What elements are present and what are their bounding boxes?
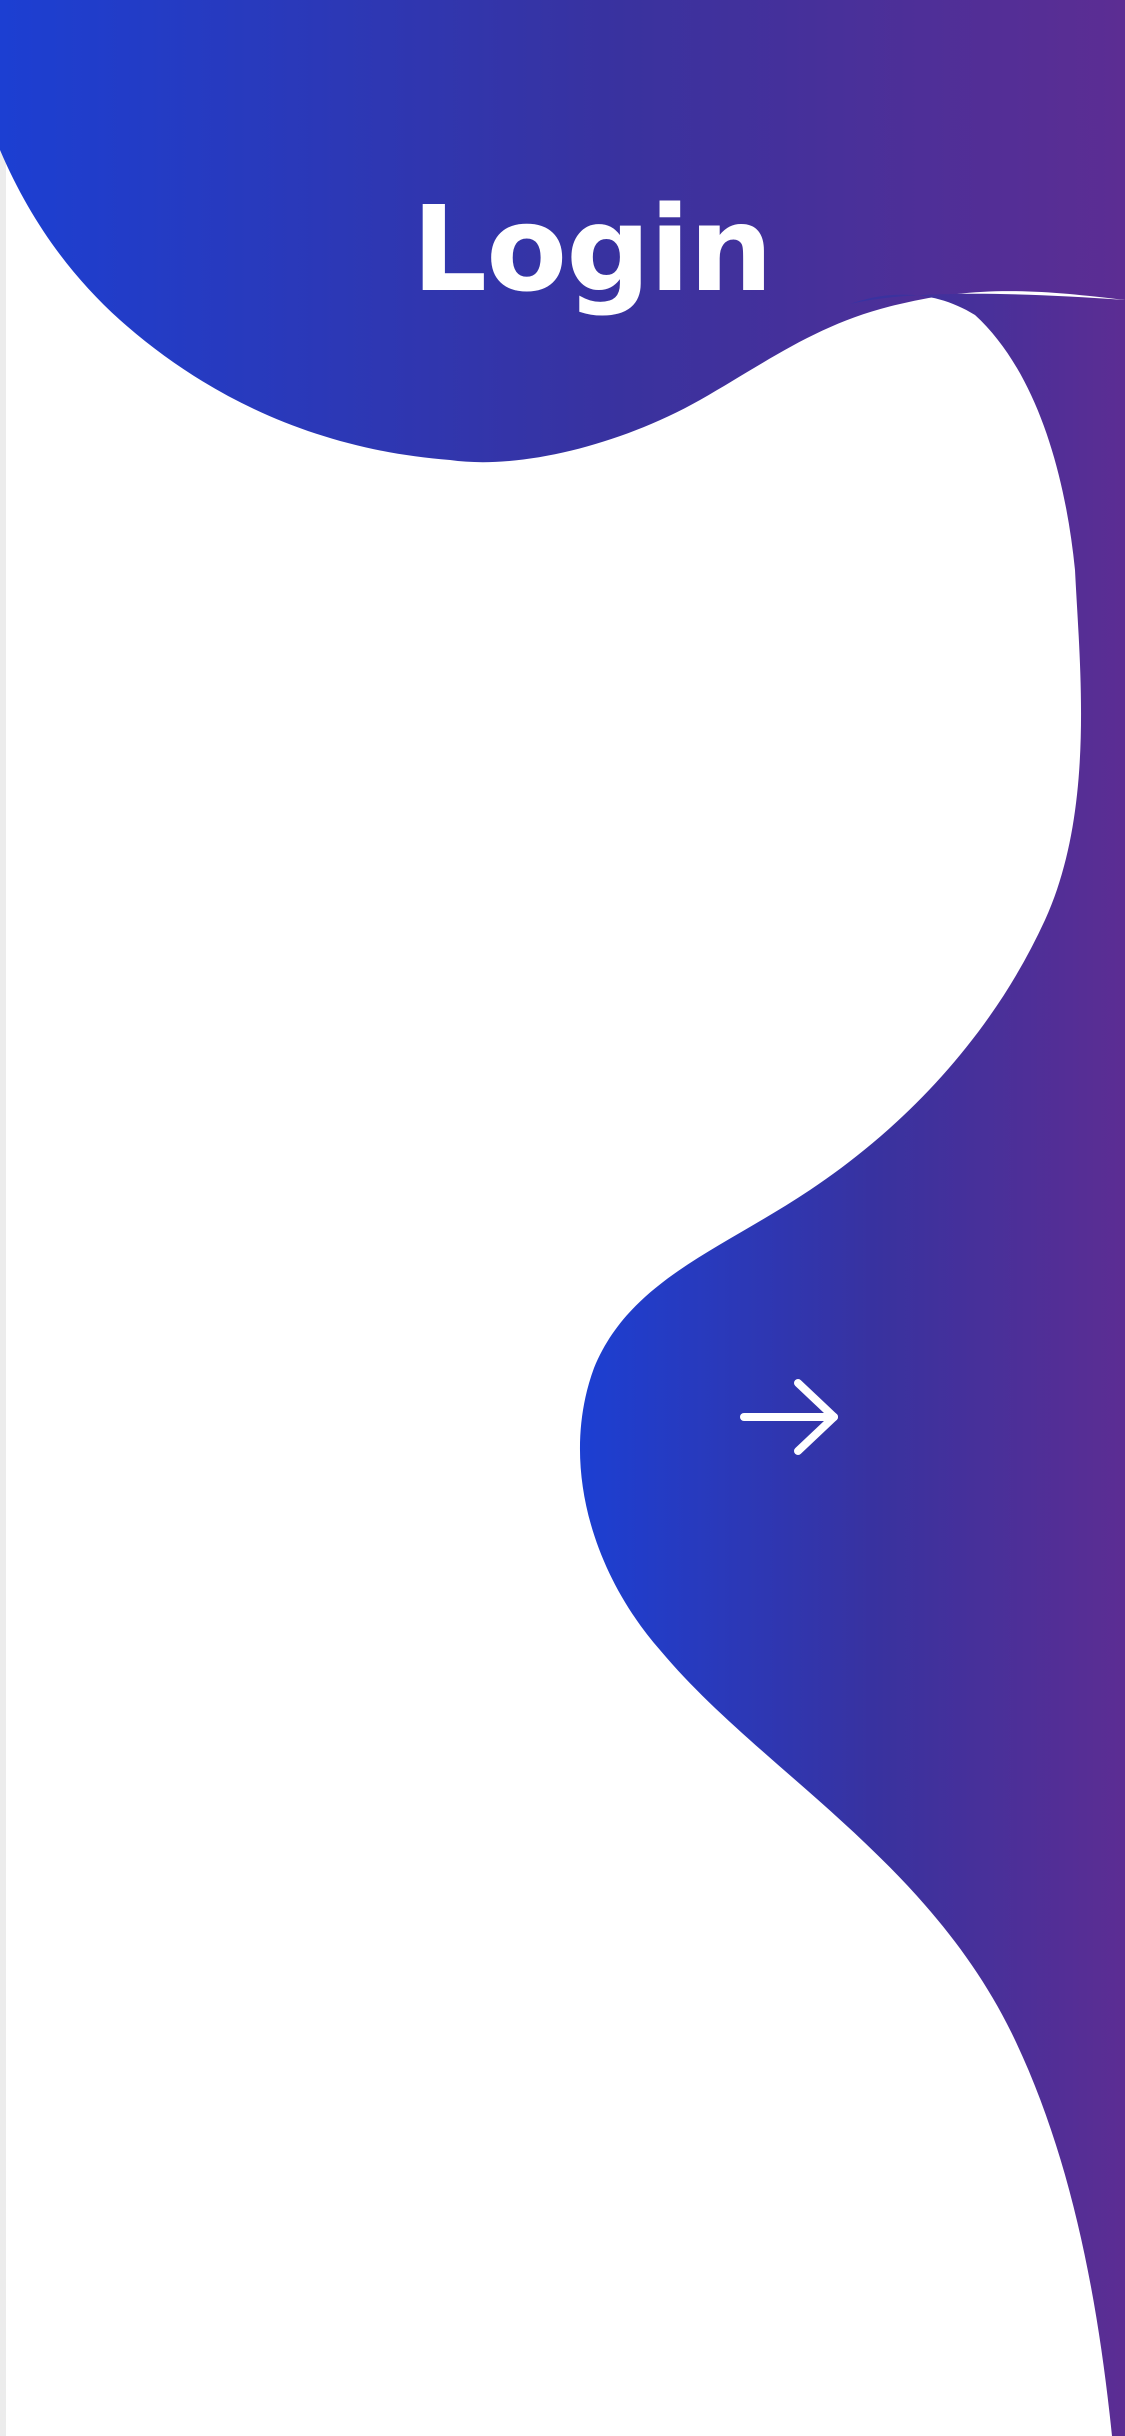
wave-background — [0, 0, 1125, 2436]
page-title: Login — [411, 180, 773, 318]
arrow-right-icon — [740, 1379, 838, 1455]
next-arrow-button[interactable] — [716, 1342, 866, 1492]
login-screen: Login — [0, 0, 1125, 2436]
